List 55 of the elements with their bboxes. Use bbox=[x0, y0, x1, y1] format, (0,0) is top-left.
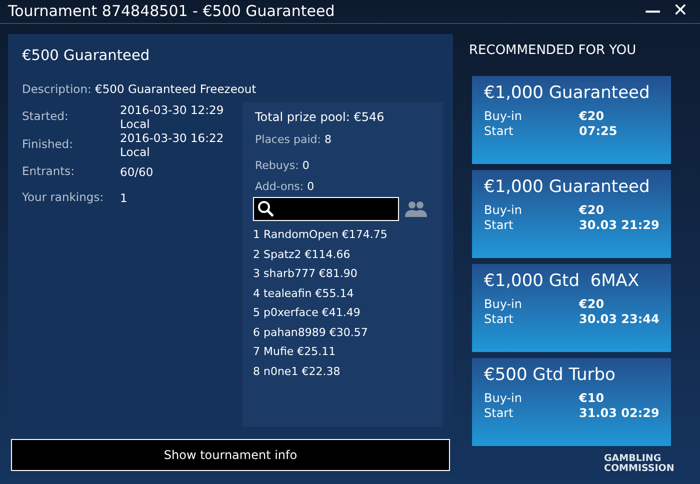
recommended-card[interactable]: €1,000 Gtd 6MAX Buy-in €20 Start 30.03 23:44 bbox=[472, 264, 671, 352]
result-row-text: 3 sharb777 €81.90 bbox=[253, 266, 358, 282]
start-value: 30.03 21:29 bbox=[579, 218, 660, 233]
recommended-card[interactable]: €1,000 Guaranteed Buy-in €20 Start 07:25 bbox=[472, 76, 671, 164]
add-ons: Add-ons: 0 bbox=[255, 178, 316, 194]
buyin-label: Buy-in bbox=[484, 391, 523, 406]
rebuys: Rebuys: 0 bbox=[255, 158, 310, 174]
users-icon[interactable] bbox=[405, 201, 427, 217]
buyin-value: €20 bbox=[579, 109, 604, 124]
field-value: 1 bbox=[120, 190, 128, 204]
result-row-text: 4 tealeafin €55.14 bbox=[253, 286, 355, 302]
tournament-info-button[interactable]: Show tournament info bbox=[11, 439, 450, 471]
result-row-text: 1 RandomOpen €174.75 bbox=[253, 227, 388, 243]
card-title: €1,000 Guaranteed bbox=[484, 176, 651, 198]
start-label: Start bbox=[484, 406, 514, 421]
close-button[interactable]: ✕ bbox=[672, 2, 688, 20]
buyin-value: €20 bbox=[579, 203, 604, 218]
start-value: 30.03 23:44 bbox=[579, 312, 660, 327]
card-title: €500 Gtd Turbo bbox=[484, 364, 616, 386]
search-field[interactable] bbox=[253, 197, 399, 221]
minimize-button[interactable]: — bbox=[644, 3, 661, 20]
start-label: Start bbox=[484, 218, 514, 233]
start-value: 31.03 02:29 bbox=[579, 406, 660, 421]
tournament-title: €500 Guaranteed bbox=[22, 46, 151, 66]
window-title: Tournament 874848501 - €500 Guaranteed bbox=[8, 1, 335, 22]
field-label: Finished: bbox=[22, 136, 74, 153]
description-text: Description: €500 Guaranteed Freezeout bbox=[22, 81, 256, 98]
result-row-text: 5 p0xerface €41.49 bbox=[253, 305, 362, 321]
search-icon bbox=[257, 200, 275, 218]
gambling-commission-logo: GAMBLING COMMISSION bbox=[604, 454, 676, 474]
start-value: 07:25 bbox=[579, 124, 618, 139]
start-label: Start bbox=[484, 124, 514, 139]
buyin-value: €10 bbox=[579, 391, 604, 406]
recommended-heading: RECOMMENDED FOR YOU bbox=[469, 42, 638, 60]
field-value: 60/60 bbox=[120, 164, 154, 178]
card-title: €1,000 Gtd 6MAX bbox=[484, 270, 640, 292]
result-row-text: 2 Spatz2 €114.66 bbox=[253, 246, 352, 262]
total-prize-pool: Total prize pool: €546 bbox=[255, 108, 386, 126]
recommended-card[interactable]: €1,000 Guaranteed Buy-in €20 Start 30.03 21:29 bbox=[472, 170, 671, 258]
buyin-label: Buy-in bbox=[484, 109, 523, 124]
result-row-text: 8 n0ne1 €22.38 bbox=[253, 364, 342, 380]
recommended-card[interactable]: €500 Gtd Turbo Buy-in €10 Start 31.03 02:29 bbox=[472, 358, 671, 446]
buyin-label: Buy-in bbox=[484, 203, 523, 218]
result-row-text: 6 pahan8989 €30.57 bbox=[253, 324, 369, 340]
field-label: Your rankings: bbox=[22, 188, 105, 206]
field-label: Started: bbox=[22, 108, 70, 125]
result-row-text: 7 Mufie €25.11 bbox=[253, 344, 337, 360]
buyin-value: €20 bbox=[579, 297, 604, 312]
field-label: Entrants: bbox=[22, 162, 76, 180]
buyin-label: Buy-in bbox=[484, 297, 523, 312]
field-value: 2016-03-30 12:29 Local bbox=[120, 102, 224, 130]
places-paid: Places paid: 8 bbox=[255, 132, 332, 148]
card-title: €1,000 Guaranteed bbox=[484, 82, 651, 104]
field-value: 2016-03-30 16:22 Local bbox=[120, 130, 224, 158]
start-label: Start bbox=[484, 312, 514, 327]
